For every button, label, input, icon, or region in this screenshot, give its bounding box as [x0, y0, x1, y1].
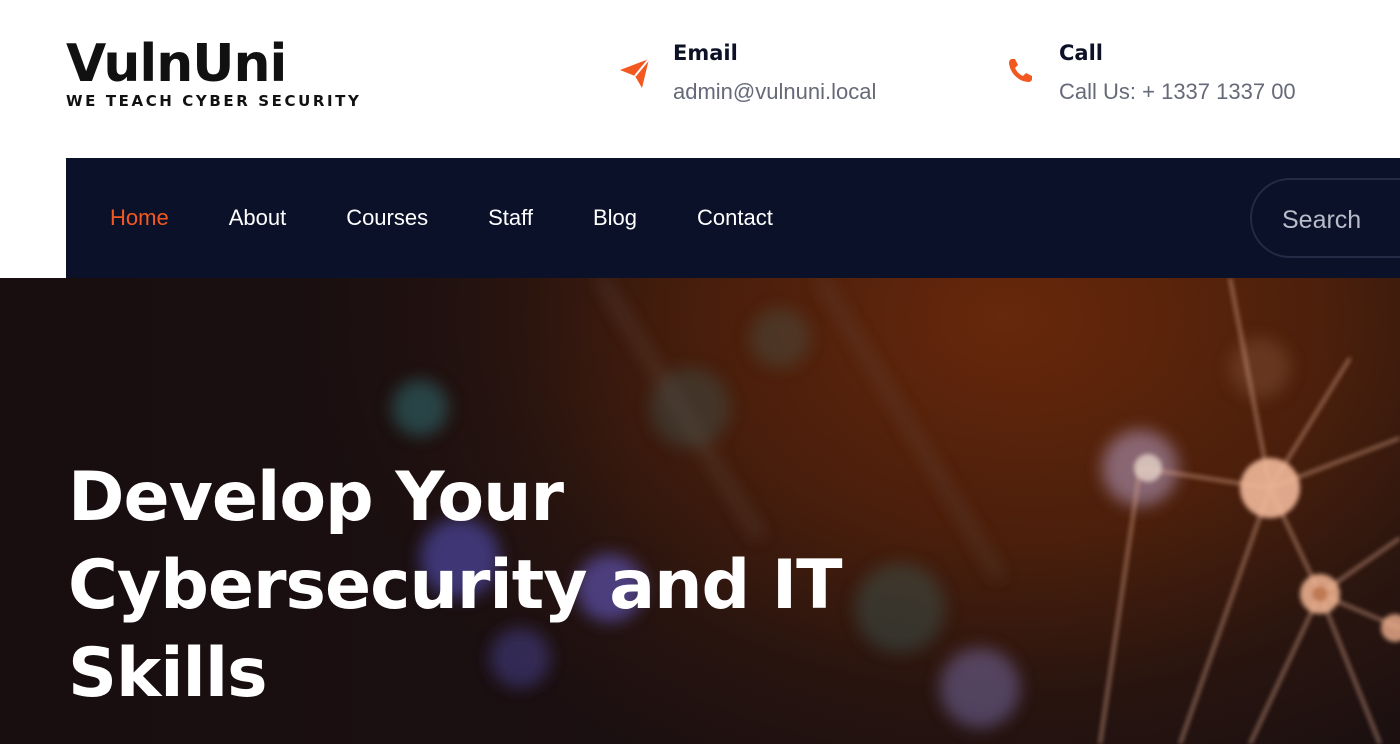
contact-email: Email admin@vulnuni.local — [618, 38, 876, 108]
hero-banner: Develop Your Cybersecurity and IT Skills — [0, 278, 1400, 744]
nav-item-staff[interactable]: Staff — [488, 205, 533, 231]
contact-call: Call Call Us: + 1337 1337 00 — [1006, 38, 1296, 108]
hero-title-line: Skills — [68, 634, 268, 713]
brand-tagline: WE TEACH CYBER SECURITY — [66, 92, 362, 110]
email-value[interactable]: admin@vulnuni.local — [673, 76, 876, 108]
paper-plane-icon — [618, 56, 658, 96]
nav-item-about[interactable]: About — [229, 205, 287, 231]
nav-list: Home About Courses Staff Blog Contact — [110, 158, 833, 278]
call-title: Call — [1059, 41, 1103, 65]
call-value[interactable]: Call Us: + 1337 1337 00 — [1059, 76, 1296, 108]
email-title: Email — [673, 41, 738, 65]
nav-item-contact[interactable]: Contact — [697, 205, 773, 231]
hero-title-line: Develop Your — [68, 458, 564, 537]
brand-logo[interactable]: VulnUni WE TEACH CYBER SECURITY — [66, 34, 361, 110]
nav-item-blog[interactable]: Blog — [593, 205, 637, 231]
hero-title-line: Cybersecurity and IT — [68, 546, 843, 625]
nav-item-home[interactable]: Home — [110, 205, 169, 231]
main-navigation: Home About Courses Staff Blog Contact — [66, 158, 1400, 278]
hero-title: Develop Your Cybersecurity and IT Skills — [68, 454, 888, 718]
brand-name: VulnUni — [66, 34, 287, 94]
search-input[interactable] — [1282, 200, 1400, 240]
phone-icon — [1006, 56, 1046, 96]
nav-item-courses[interactable]: Courses — [346, 205, 428, 231]
search-box — [1250, 178, 1400, 258]
